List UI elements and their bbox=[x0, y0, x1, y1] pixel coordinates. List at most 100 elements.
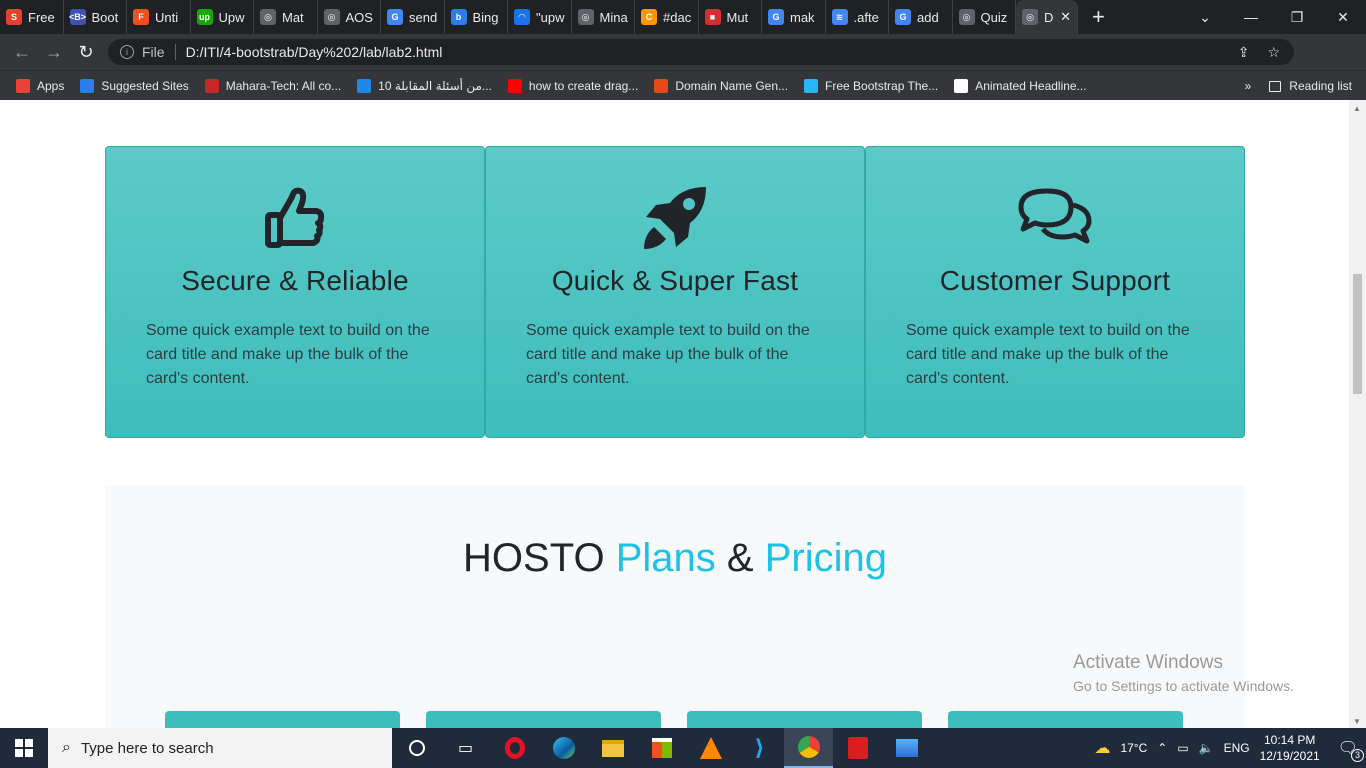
file-explorer-icon[interactable] bbox=[588, 728, 637, 768]
bookmark-item[interactable]: Domain Name Gen... bbox=[646, 78, 796, 93]
feature-text: Some quick example text to build on the … bbox=[146, 322, 430, 387]
reload-button[interactable]: ↻ bbox=[70, 42, 102, 63]
reading-list-button[interactable]: Reading list bbox=[1269, 79, 1352, 93]
restore-button[interactable]: ❐ bbox=[1274, 9, 1320, 26]
bookmark-item[interactable]: Apps bbox=[8, 78, 72, 93]
language-indicator[interactable]: ENG bbox=[1224, 741, 1250, 755]
browser-tab[interactable]: ◎ Mat bbox=[254, 0, 318, 34]
browser-tab[interactable]: F Unti bbox=[127, 0, 191, 34]
weather-temp[interactable]: 17°C bbox=[1120, 741, 1147, 755]
bookmark-favicon-icon bbox=[204, 78, 219, 93]
thumbs-up-icon bbox=[106, 185, 484, 251]
bookmark-label: Apps bbox=[37, 78, 65, 93]
browser-tab[interactable]: <B> Boot bbox=[64, 0, 127, 34]
bookmark-item[interactable]: Free Bootstrap The... bbox=[796, 78, 946, 93]
bookmark-item[interactable]: how to create drag... bbox=[500, 78, 646, 93]
bookmark-favicon-icon bbox=[16, 78, 30, 93]
browser-tab[interactable]: ◎ AOS bbox=[318, 0, 381, 34]
tab-title: Boot bbox=[91, 9, 119, 25]
browser-tab[interactable]: ■ Mut bbox=[699, 0, 762, 34]
chrome-icon[interactable] bbox=[784, 728, 833, 768]
page-content: Secure & Reliable Some quick example tex… bbox=[0, 100, 1349, 728]
photos-icon[interactable] bbox=[882, 728, 931, 768]
tab-title: Unti bbox=[155, 9, 179, 25]
browser-tab[interactable]: b Bing bbox=[445, 0, 508, 34]
volume-icon[interactable]: 🔈 bbox=[1199, 741, 1214, 755]
task-view-icon[interactable]: ▭ bbox=[441, 728, 490, 768]
browser-tab[interactable]: S Free bbox=[0, 0, 64, 34]
omnibox-actions: ⇪ ☆ bbox=[1238, 44, 1280, 61]
clock-date: 12/19/2021 bbox=[1259, 749, 1320, 763]
notification-center-icon[interactable]: 🗨 3 bbox=[1338, 738, 1364, 762]
tab-title: Upw bbox=[218, 9, 245, 25]
clock[interactable]: 10:14 PM 12/19/2021 bbox=[1260, 732, 1320, 764]
browser-tab[interactable]: up Upw bbox=[191, 0, 254, 34]
bookmark-item[interactable]: Mahara-Tech: All co... bbox=[197, 78, 349, 93]
tab-favicon-icon: b bbox=[450, 9, 467, 25]
bookmark-star-icon[interactable]: ☆ bbox=[1267, 44, 1280, 61]
browser-tab[interactable]: C #dac bbox=[635, 0, 699, 34]
browser-tab[interactable]: ◎ Quiz bbox=[953, 0, 1016, 34]
bookmark-item[interactable]: Animated Headline... bbox=[946, 78, 1094, 93]
browser-tab[interactable]: ≋ .afte bbox=[826, 0, 889, 34]
bookmarks-right: » Reading list bbox=[1245, 71, 1352, 101]
hidden-icons-chevron-icon[interactable]: ⌃ bbox=[1157, 741, 1167, 755]
tab-strip: S Free <B> Boot F Unti up Upw ◎ Mat ◎ AOS Gsend b Bing… bbox=[0, 0, 1366, 34]
comments-icon bbox=[866, 185, 1244, 251]
cortana-icon[interactable] bbox=[392, 728, 441, 768]
tab-favicon-icon: S bbox=[6, 9, 22, 25]
scrollbar-thumb[interactable] bbox=[1353, 274, 1362, 394]
tab-favicon-icon: C bbox=[641, 9, 657, 25]
new-tab-button[interactable]: + bbox=[1092, 4, 1105, 30]
weather-icon[interactable]: ☁ bbox=[1094, 738, 1110, 758]
activate-windows-watermark: Activate Windows Go to Settings to activ… bbox=[1073, 652, 1294, 694]
plans-heading-brand: HOSTO bbox=[463, 536, 605, 580]
feature-card-support: Customer Support Some quick example text… bbox=[865, 146, 1245, 438]
browser-tab[interactable]: ◠ "upw bbox=[508, 0, 572, 34]
tab-search-icon[interactable]: ⌄ bbox=[1182, 9, 1228, 26]
minimize-button[interactable]: — bbox=[1228, 9, 1274, 25]
scroll-up-arrow-icon[interactable]: ▲ bbox=[1353, 104, 1361, 113]
tab-favicon-icon: ◎ bbox=[577, 9, 594, 25]
feature-card-fast: Quick & Super Fast Some quick example te… bbox=[485, 146, 865, 438]
bookmark-favicon-icon bbox=[804, 78, 819, 93]
back-button[interactable]: ← bbox=[6, 42, 38, 63]
acrobat-icon[interactable] bbox=[833, 728, 882, 768]
store-icon[interactable] bbox=[637, 728, 686, 768]
battery-icon[interactable]: ▭ bbox=[1177, 741, 1188, 755]
bookmark-label: 10 من أسئلة المقابلة... bbox=[378, 78, 492, 93]
browser-tab[interactable]: Gmak bbox=[762, 0, 826, 34]
bookmark-item[interactable]: 10 من أسئلة المقابلة... bbox=[349, 78, 500, 93]
bookmark-label: how to create drag... bbox=[528, 78, 639, 93]
tab-title: Bing bbox=[472, 9, 499, 25]
browser-tab[interactable]: Gsend bbox=[381, 0, 445, 34]
scroll-down-arrow-icon[interactable]: ▼ bbox=[1353, 717, 1361, 726]
url-text[interactable]: D:/ITI/4-bootstrab/Day%202/lab/lab2.html bbox=[186, 44, 443, 60]
vertical-scrollbar[interactable]: ▲ ▼ bbox=[1349, 100, 1366, 728]
close-tab-icon[interactable]: ✕ bbox=[1060, 9, 1071, 25]
start-button[interactable] bbox=[0, 739, 48, 757]
info-icon[interactable]: i bbox=[120, 45, 134, 59]
edge-icon[interactable] bbox=[539, 728, 588, 768]
browser-tab[interactable]: ◎ D ✕ bbox=[1016, 0, 1078, 34]
address-bar[interactable]: i File D:/ITI/4-bootstrab/Day%202/lab/la… bbox=[108, 39, 1294, 65]
share-icon[interactable]: ⇪ bbox=[1238, 44, 1250, 61]
tab-favicon-icon: G bbox=[768, 9, 784, 25]
bookmark-item[interactable]: Suggested Sites bbox=[72, 78, 196, 93]
browser-tab[interactable]: ◎ Mina bbox=[572, 0, 635, 34]
opera-icon[interactable] bbox=[490, 728, 539, 768]
bookmark-label: Mahara-Tech: All co... bbox=[225, 78, 342, 93]
vscode-icon[interactable]: ⟩ bbox=[735, 728, 784, 768]
more-bookmarks-button[interactable]: » bbox=[1245, 79, 1252, 93]
browser-tab[interactable]: Gadd bbox=[889, 0, 953, 34]
tab-title: AOS bbox=[345, 9, 373, 25]
watermark-subtitle: Go to Settings to activate Windows. bbox=[1073, 678, 1294, 694]
clock-time: 10:14 PM bbox=[1263, 733, 1316, 747]
tab-favicon-icon: up bbox=[196, 9, 213, 25]
close-window-button[interactable]: ✕ bbox=[1320, 9, 1366, 26]
tab-favicon-icon: <B> bbox=[69, 9, 86, 25]
forward-button[interactable]: → bbox=[38, 42, 70, 63]
tab-title: mak bbox=[790, 9, 815, 25]
vlc-icon[interactable] bbox=[686, 728, 735, 768]
taskbar-search[interactable]: ⌕ Type here to search bbox=[48, 728, 392, 768]
